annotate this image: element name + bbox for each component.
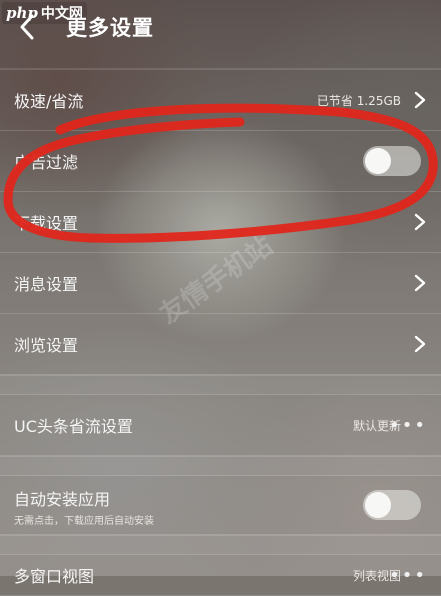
row-label: 自动安装应用 <box>14 490 111 509</box>
toggle-knob <box>365 492 391 518</box>
auto-install-toggle[interactable] <box>363 490 421 520</box>
page-title: 更多设置 <box>66 16 154 40</box>
row-speed-saving[interactable]: 极速/省流 已节省 1.25GB <box>0 70 441 131</box>
row-label: 浏览设置 <box>14 336 79 355</box>
section-divider <box>0 535 441 555</box>
row-browse-settings[interactable]: 浏览设置 <box>0 314 441 375</box>
row-ad-filter: 广告过滤 <box>0 131 441 192</box>
row-message-settings[interactable]: 消息设置 <box>0 253 441 314</box>
row-label: 多窗口视图 <box>14 567 95 586</box>
row-value: 已节省 1.25GB <box>316 93 401 108</box>
back-button[interactable] <box>14 10 40 44</box>
chevron-right-icon <box>414 91 426 109</box>
more-dots-icon: ••• <box>389 414 427 436</box>
row-label: 极速/省流 <box>14 92 84 111</box>
row-sublabel: 无需点击，下载应用后自动安装 <box>14 516 154 527</box>
settings-list: 极速/省流 已节省 1.25GB 广告过滤 下载设置 消息设置 浏览设置 UC头… <box>0 68 441 596</box>
row-label: 消息设置 <box>14 275 79 294</box>
chevron-right-icon <box>414 274 426 292</box>
chevron-left-icon <box>20 14 34 40</box>
row-label: 广告过滤 <box>14 153 79 172</box>
toggle-knob <box>365 148 391 174</box>
row-auto-install: 自动安装应用 无需点击，下载应用后自动安装 <box>0 476 441 535</box>
chevron-right-icon <box>414 213 426 231</box>
header-bar: php 中文网 更多设置 <box>0 0 441 56</box>
chevron-right-icon <box>414 335 426 353</box>
row-label: 下载设置 <box>14 214 79 233</box>
row-uc-headlines[interactable]: UC头条省流设置 默认更新 ••• <box>0 395 441 456</box>
section-divider <box>0 456 441 476</box>
ad-filter-toggle[interactable] <box>363 146 421 176</box>
row-download-settings[interactable]: 下载设置 <box>0 192 441 253</box>
row-label: UC头条省流设置 <box>14 417 133 436</box>
more-dots-icon: ••• <box>389 564 427 586</box>
section-divider <box>0 375 441 395</box>
